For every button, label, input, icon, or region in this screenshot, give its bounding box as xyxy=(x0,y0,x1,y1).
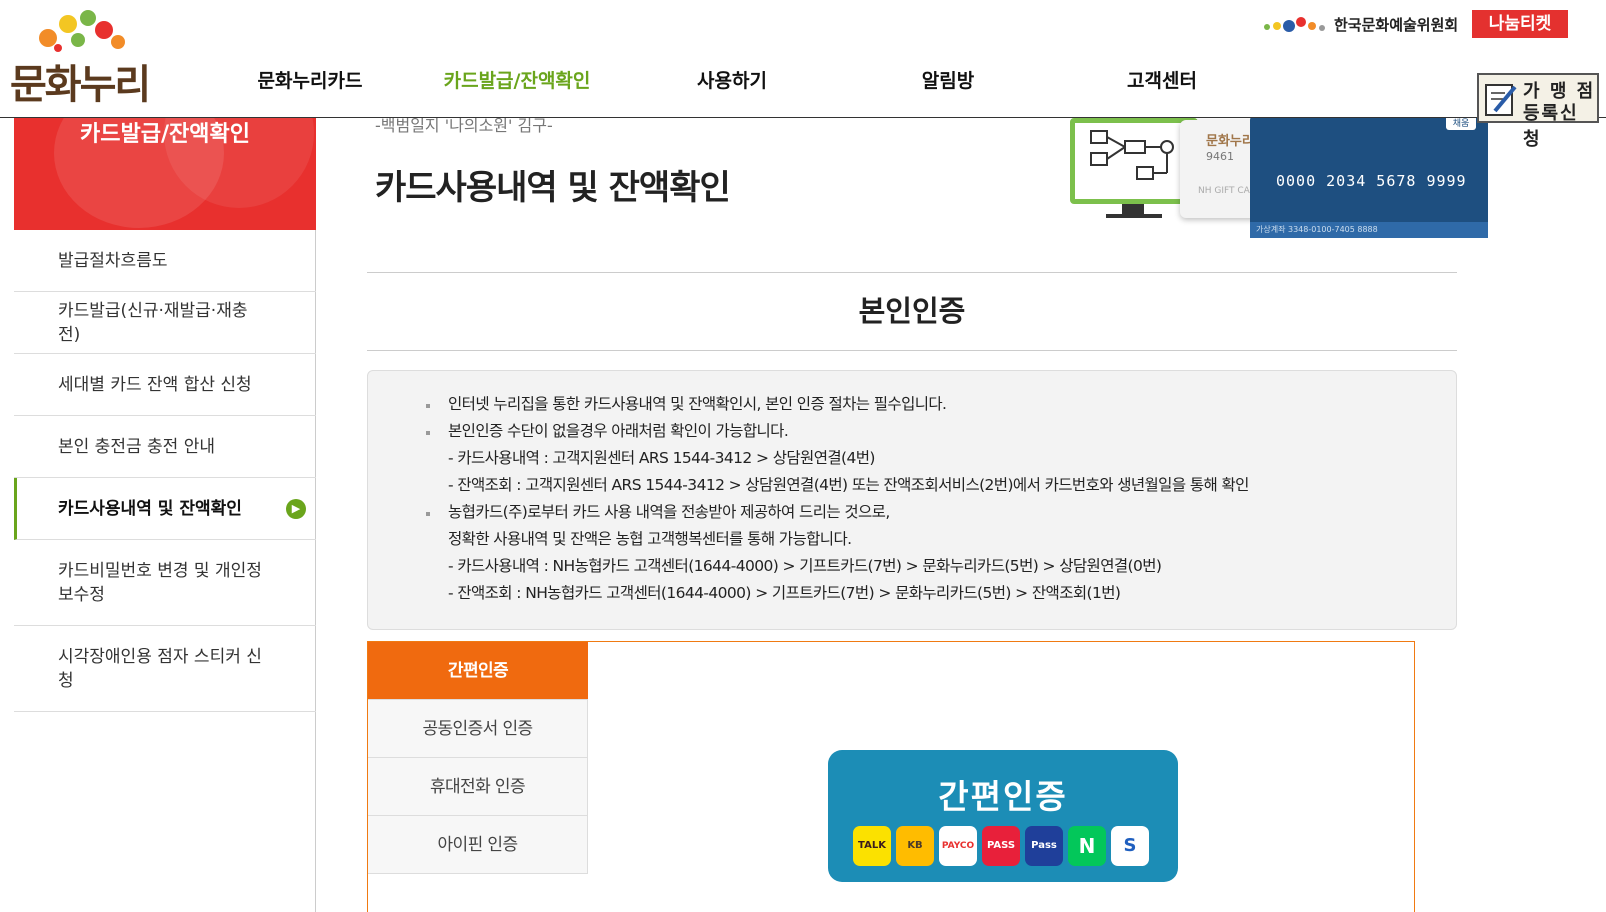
notice-line: - 카드사용내역 : NH농협카드 고객센터(1644-4000) > 기프트카… xyxy=(448,557,1162,575)
shinhan-bank-icon: S xyxy=(1111,826,1149,866)
sidebar-item-password-change[interactable]: 카드비밀번호 변경 및 개인정보수정 xyxy=(14,540,316,626)
white-card-title: 문화누리 xyxy=(1206,134,1254,149)
kakao-talk-icon: TALK xyxy=(853,826,891,866)
site-header: 문화누리 문화누리카드 카드발급/잔액확인 사용하기 알림방 고객센터 한국문화… xyxy=(0,0,1606,118)
arts-council-logo-icon xyxy=(1264,17,1325,32)
sidebar-banner: 카드발급/잔액확인 xyxy=(14,118,316,230)
sidebar-item-label: 카드사용내역 및 잔액확인 xyxy=(58,498,242,519)
notice-line: 인터넷 누리집을 통한 카드사용내역 및 잔액확인시, 본인 인증 절차는 필수… xyxy=(426,391,1456,418)
nanum-ticket-link[interactable]: 나눔티켓 xyxy=(1472,10,1568,38)
tab-mobile-phone[interactable]: 휴대전화 인증 xyxy=(368,758,588,816)
logo-text: 문화누리 xyxy=(10,62,151,108)
arts-council-link[interactable]: 한국문화예술위원회 나눔티켓 xyxy=(1262,10,1582,38)
nav-notice-board[interactable]: 알림방 xyxy=(848,66,1048,93)
notice-line: - 잔액조회 : 고객지원센터 ARS 1544-3412 > 상담원연결(4번… xyxy=(448,476,1249,494)
main-navigation: 문화누리카드 카드발급/잔액확인 사용하기 알림방 고객센터 xyxy=(210,66,1270,100)
main-content: -백범일지 '나의소원' 김구- 카드사용내역 및 잔액확인 문화누리 9461… xyxy=(367,116,1495,912)
tab-joint-certificate[interactable]: 공동인증서 인증 xyxy=(368,700,588,758)
arts-council-name: 한국문화예술위원회 xyxy=(1334,16,1459,34)
sidebar-item-label: 본인 충전금 충전 안내 xyxy=(58,436,215,457)
chevron-right-icon: ▶ xyxy=(286,499,306,519)
monitor-base xyxy=(1106,214,1162,218)
monitor-icon xyxy=(1070,118,1198,204)
sidebar-item-household-balance[interactable]: 세대별 카드 잔액 합산 신청 xyxy=(14,354,316,416)
sidebar-item-label: 카드비밀번호 변경 및 개인정보수정 xyxy=(58,560,262,605)
pass-icon: PASS xyxy=(982,826,1020,866)
card-footer: 가상계좌 3348-0100-7405 8888 xyxy=(1250,222,1488,238)
auth-panel: 간편인증 공동인증서 인증 휴대전화 인증 아이핀 인증 간편인증 TALK K… xyxy=(367,641,1415,912)
nav-how-to-use[interactable]: 사용하기 xyxy=(632,66,832,93)
payco-icon: PAYCO xyxy=(939,826,977,866)
card-chip-label: 채움 xyxy=(1446,116,1476,130)
flower-logo-icon xyxy=(39,10,125,52)
notice-line: - 카드사용내역 : 고객지원센터 ARS 1544-3412 > 상담원연결(… xyxy=(448,449,875,467)
merchant-registration-line2: 등록신청 xyxy=(1523,103,1579,150)
easy-auth-title: 간편인증 xyxy=(938,777,1068,816)
tab-easy-auth[interactable]: 간편인증 xyxy=(368,642,588,700)
kb-bank-icon: KB xyxy=(896,826,934,866)
sidebar-item-usage-balance[interactable]: 카드사용내역 및 잔액확인 ▶ xyxy=(14,478,316,540)
notice-line: 농협카드(주)로부터 카드 사용 내역을 전송받아 제공하여 드리는 것으로, xyxy=(426,499,1456,526)
sidebar-item-label: 카드발급(신규·재발급·재충전) xyxy=(58,300,248,345)
sidebar-item-issue-flow[interactable]: 발급절차흐름도 xyxy=(14,230,316,292)
auth-tab-list: 간편인증 공동인증서 인증 휴대전화 인증 아이핀 인증 xyxy=(368,642,588,874)
easy-auth-providers: TALK KB PAYCO PASS Pass N S xyxy=(853,826,1153,866)
blue-card: 채움 0000 2034 5678 9999 가상계좌 3348-0100-74… xyxy=(1250,116,1488,238)
flowchart-icon xyxy=(1090,130,1174,180)
samsung-pass-icon: Pass xyxy=(1025,826,1063,866)
tab-ipin[interactable]: 아이핀 인증 xyxy=(368,816,588,874)
divider xyxy=(367,350,1457,351)
nav-culture-card[interactable]: 문화누리카드 xyxy=(210,66,410,93)
notice-line: 본인인증 수단이 없을경우 아래처럼 확인이 가능합니다. xyxy=(426,418,1456,445)
page-title: 카드사용내역 및 잔액확인 xyxy=(375,168,731,208)
sidebar-title: 카드발급/잔액확인 xyxy=(80,122,250,147)
hero-illustration: 문화누리 9461 NH GIFT CARD 채움 0000 2034 5678… xyxy=(1070,116,1490,238)
section-title: 본인인증 xyxy=(858,294,966,328)
sidebar-item-card-issue[interactable]: 카드발급(신규·재발급·재충전) xyxy=(14,292,316,354)
divider xyxy=(367,272,1457,273)
notice-line: - 잔액조회 : NH농협카드 고객센터(1644-4000) > 기프트카드(… xyxy=(448,584,1121,602)
merchant-registration-button[interactable]: 가 맹 점 등록신청 xyxy=(1477,73,1599,150)
notice-box: 인터넷 누리집을 통한 카드사용내역 및 잔액확인시, 본인 인증 절차는 필수… xyxy=(367,370,1457,630)
site-logo[interactable]: 문화누리 xyxy=(10,8,160,108)
sidebar-item-label: 발급절차흐름도 xyxy=(58,250,168,271)
sidebar-menu: 발급절차흐름도 카드발급(신규·재발급·재충전) 세대별 카드 잔액 합산 신청… xyxy=(14,230,316,712)
sidebar-item-braille-sticker[interactable]: 시각장애인용 점자 스티커 신청 xyxy=(14,626,316,712)
sidebar-item-self-charge[interactable]: 본인 충전금 충전 안내 xyxy=(14,416,316,478)
easy-auth-button[interactable]: 간편인증 TALK KB PAYCO PASS Pass N S xyxy=(828,750,1178,882)
naver-icon: N xyxy=(1068,826,1106,866)
pen-icon xyxy=(1485,84,1517,116)
nav-card-issue-balance[interactable]: 카드발급/잔액확인 xyxy=(417,66,617,93)
card-number: 0000 2034 5678 9999 xyxy=(1276,172,1467,190)
sidebar-item-label: 시각장애인용 점자 스티커 신청 xyxy=(58,646,262,691)
sidebar-item-label: 세대별 카드 잔액 합산 신청 xyxy=(58,374,252,395)
nav-customer-center[interactable]: 고객센터 xyxy=(1062,66,1262,93)
white-card-number: 9461 xyxy=(1206,150,1234,163)
sidebar: 카드발급/잔액확인 발급절차흐름도 카드발급(신규·재발급·재충전) 세대별 카… xyxy=(14,118,316,912)
notice-line: 정확한 사용내역 및 잔액은 농협 고객행복센터를 통해 가능합니다. xyxy=(448,530,852,548)
